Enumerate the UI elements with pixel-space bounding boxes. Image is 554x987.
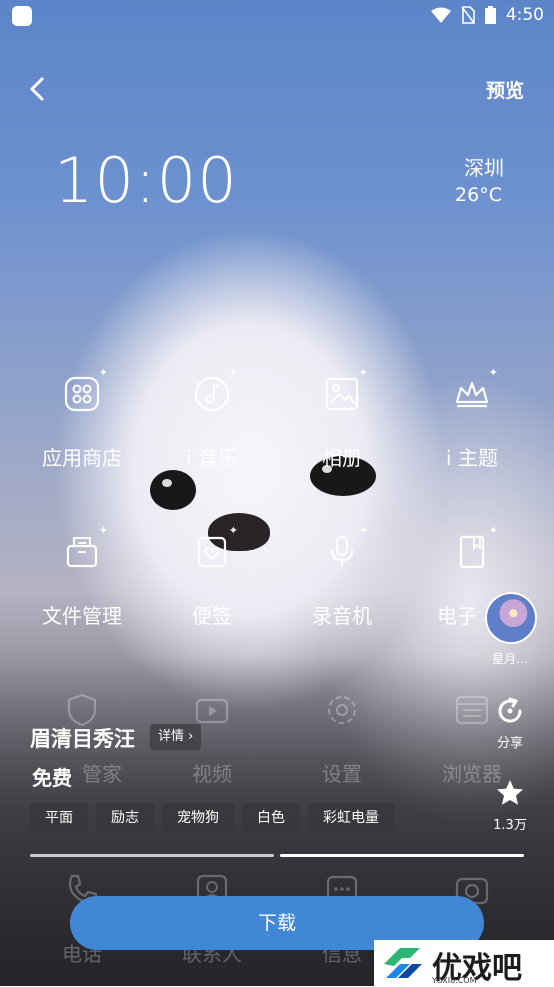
app-item: ✦ 文件管理 — [12, 524, 152, 629]
notification-icon — [12, 6, 32, 26]
app-label: i 音乐 — [186, 446, 238, 470]
star-icon — [497, 780, 523, 805]
app-item: ✦ i 主题 — [402, 366, 542, 471]
app-label: 文件管理 — [42, 604, 122, 628]
chevron-left-icon — [29, 77, 44, 101]
app-item: ✦ 应用商店 — [12, 366, 152, 471]
app-item: ✦ i 音乐 — [142, 366, 282, 471]
wifi-icon — [430, 7, 451, 23]
favorite-count: 1.3万 — [493, 818, 527, 833]
status-bar: 4:50 — [0, 0, 554, 32]
author-avatar[interactable] — [485, 592, 537, 644]
status-time: 4:50 — [505, 5, 544, 25]
app-label: 视频 — [192, 762, 232, 786]
notes-icon: ✦ — [192, 524, 238, 572]
app-label: 应用商店 — [42, 446, 122, 470]
theme-title: 眉清目秀汪 — [30, 727, 135, 751]
puppy-left-eye — [150, 470, 196, 510]
tag-chip[interactable]: 励志 — [96, 803, 154, 834]
battery-icon — [484, 6, 496, 24]
recorder-icon: ✦ — [322, 524, 368, 572]
file-manager-icon: ✦ — [62, 524, 108, 572]
weather-temperature: 26°C — [455, 184, 502, 206]
app-label: 相册 — [322, 446, 362, 470]
theme-crown-icon: ✦ — [452, 366, 498, 414]
app-item: ✦ 便签 — [142, 524, 282, 629]
app-store-icon: ✦ — [62, 366, 108, 414]
tag-chip[interactable]: 彩虹电量 — [308, 803, 394, 834]
app-item: ✦ 相册 — [272, 366, 412, 471]
gallery-icon: ✦ — [322, 366, 368, 414]
watermark-mark-icon — [384, 948, 422, 978]
author-name[interactable]: 星月… — [480, 650, 540, 667]
share-label: 分享 — [496, 736, 523, 751]
share-icon — [498, 697, 522, 723]
app-item: 设置 — [272, 690, 412, 787]
back-button[interactable] — [26, 76, 50, 102]
weather-city: 深圳 — [464, 156, 504, 180]
tag-chip[interactable]: 平面 — [30, 803, 88, 834]
watermark-logo: 优戏吧 YOXI8.COM — [374, 940, 554, 986]
app-label: 设置 — [322, 762, 362, 786]
page-indicator-2[interactable] — [280, 854, 524, 857]
detail-label: 详情 — [158, 729, 185, 744]
page-indicator-1[interactable] — [30, 854, 274, 857]
share-button[interactable]: 分享 — [480, 696, 540, 751]
music-icon: ✦ — [192, 366, 238, 414]
preview-button[interactable]: 预览 — [486, 76, 524, 103]
theme-price: 免费 — [32, 766, 72, 790]
app-label: 便签 — [192, 604, 232, 628]
app-label: i 主题 — [446, 446, 498, 470]
preview-clock: 10:00 — [54, 144, 238, 217]
tag-chip[interactable]: 白色 — [242, 803, 300, 834]
tag-list: 平面 励志 宠物狗 白色 彩虹电量 — [30, 803, 394, 834]
no-sim-icon — [461, 6, 475, 24]
tag-chip[interactable]: 宠物狗 — [162, 803, 234, 834]
settings-icon — [322, 690, 362, 730]
watermark-url: YOXI8.COM — [432, 976, 477, 985]
detail-button[interactable]: 详情 › — [150, 724, 202, 750]
favorite-button[interactable]: 1.3万 — [480, 778, 540, 833]
ebook-icon: ✦ — [452, 524, 498, 572]
chevron-right-icon: › — [188, 729, 194, 744]
